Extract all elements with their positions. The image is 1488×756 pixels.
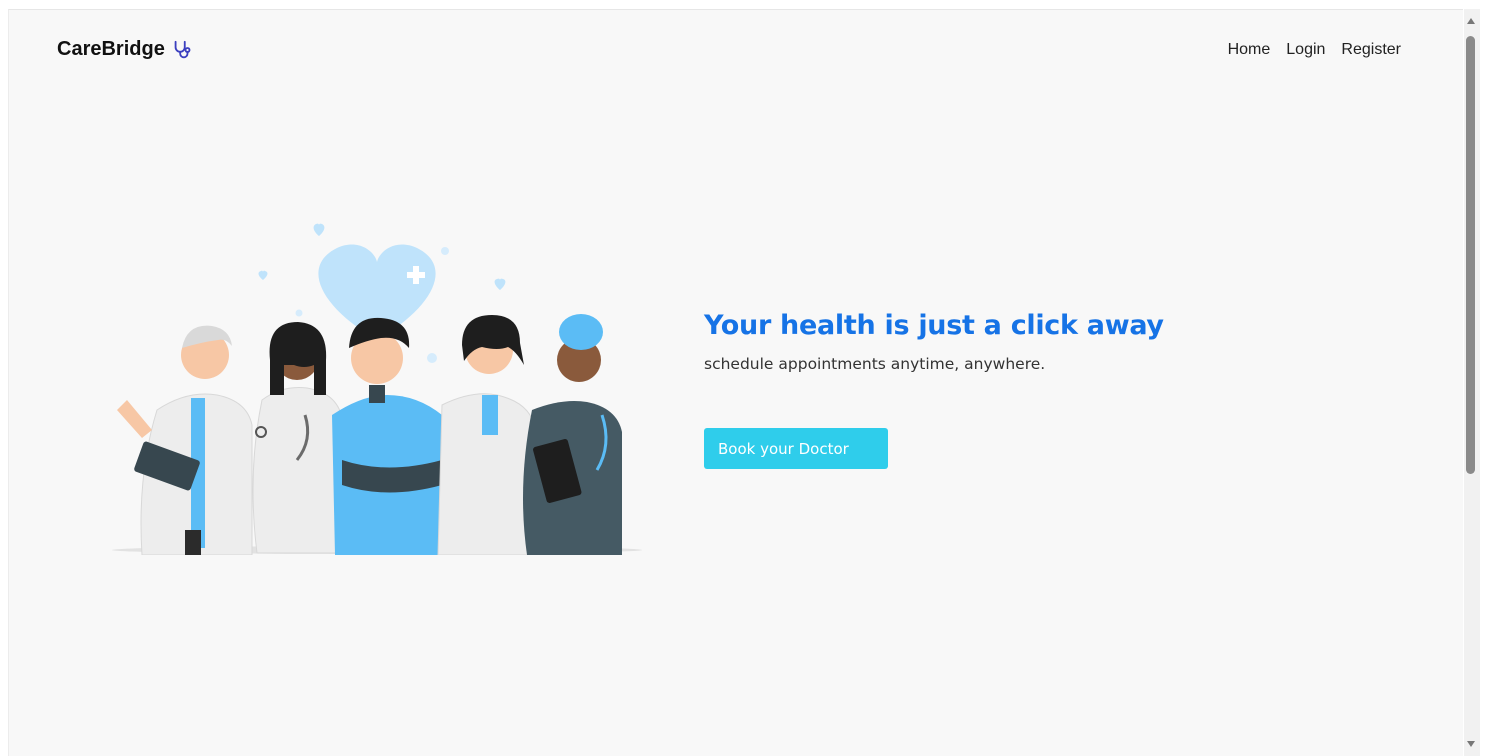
hero-subtitle: schedule appointments anytime, anywhere. xyxy=(704,355,1046,373)
scroll-up-icon[interactable] xyxy=(1467,18,1475,24)
doctor-headwrap-figure xyxy=(523,314,622,555)
brand-logo[interactable]: CareBridge xyxy=(57,38,193,61)
scrollbar-thumb[interactable] xyxy=(1466,36,1475,474)
page-frame: CareBridge Home Login Register Your heal… xyxy=(8,9,1463,756)
book-doctor-button[interactable]: Book your Doctor xyxy=(704,428,888,469)
doctor-male-figure xyxy=(437,315,536,555)
doctor-scrubs-figure xyxy=(332,317,442,555)
hero-title: Your health is just a click away xyxy=(704,310,1164,341)
main-nav: Home Login Register xyxy=(1228,41,1401,59)
nav-register-link[interactable]: Register xyxy=(1341,41,1401,59)
nav-home-link[interactable]: Home xyxy=(1228,41,1271,59)
nav-login-link[interactable]: Login xyxy=(1286,41,1325,59)
hero-section: Your health is just a click away schedul… xyxy=(704,310,1164,469)
doctors-illustration xyxy=(112,223,642,555)
scroll-down-icon[interactable] xyxy=(1467,741,1475,747)
doctor-older-figure xyxy=(117,325,253,555)
brand-name: CareBridge xyxy=(57,38,165,60)
stethoscope-icon xyxy=(174,40,191,58)
